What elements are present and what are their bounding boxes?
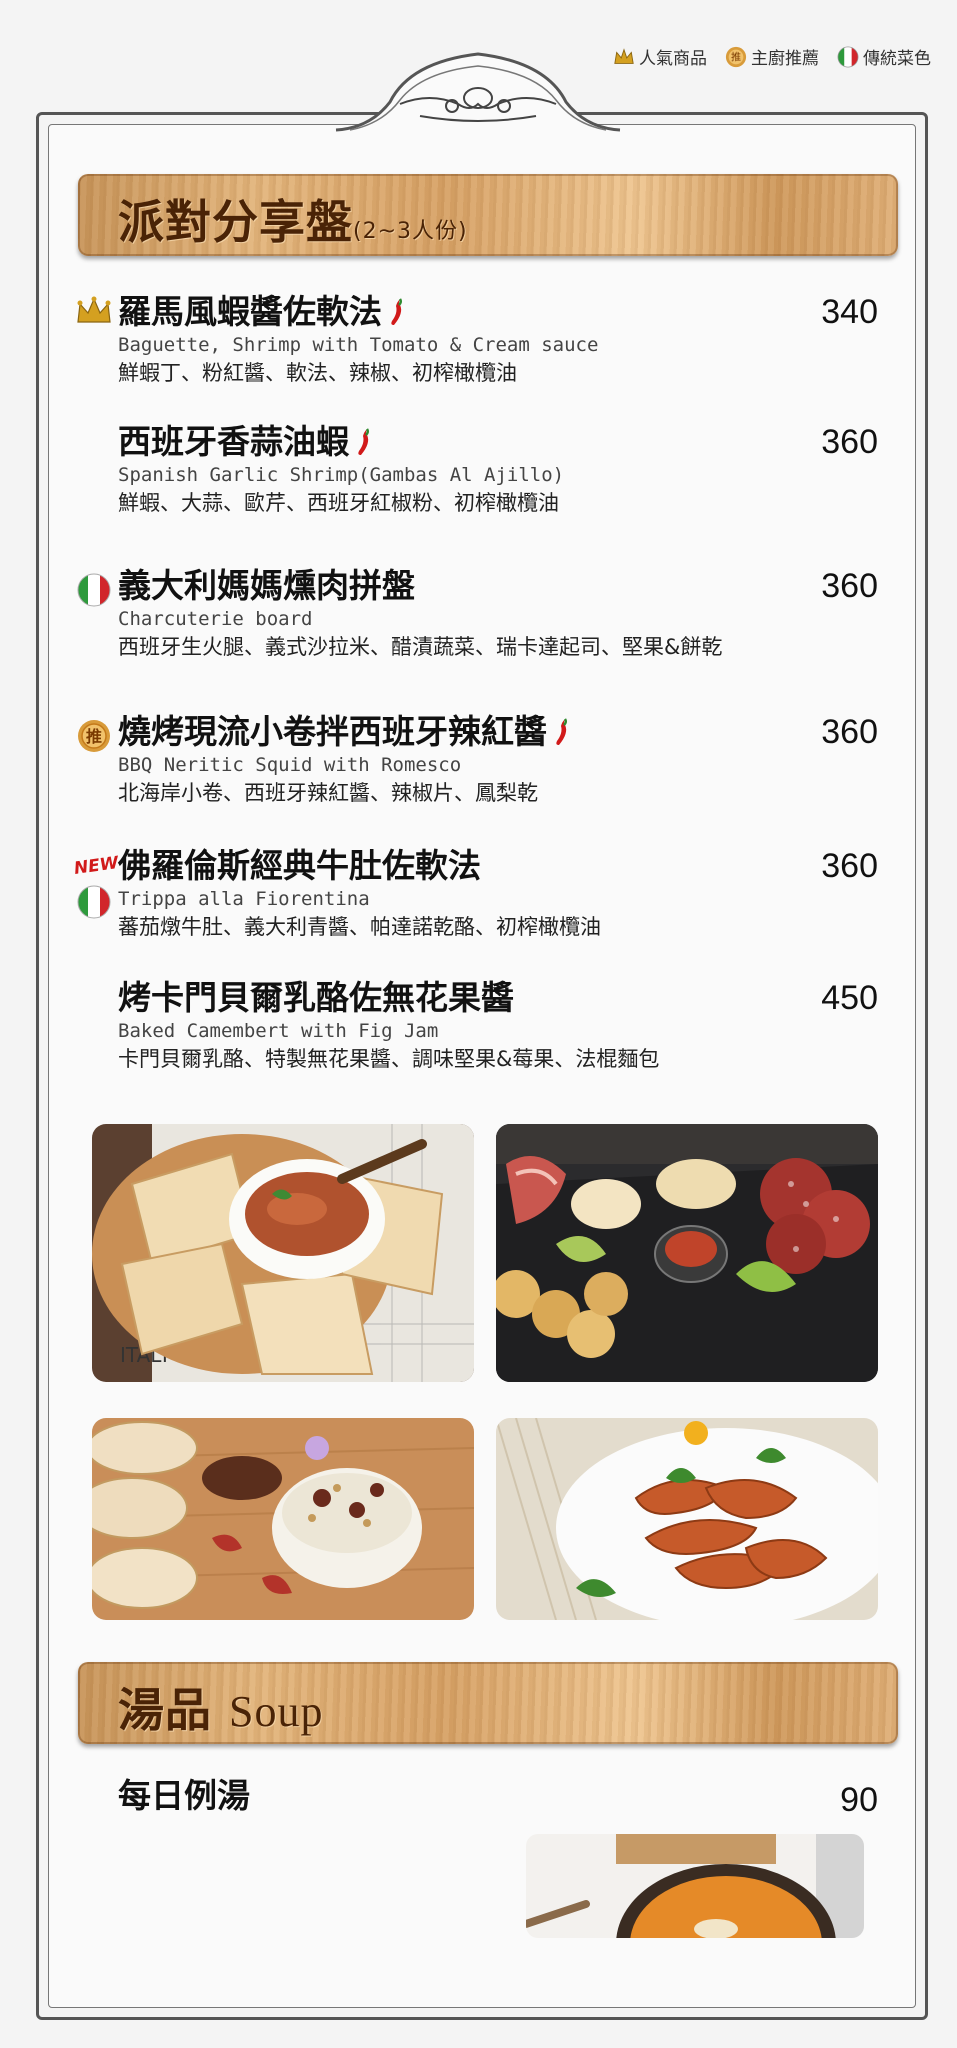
- legend-traditional-label: 傳統菜色: [863, 49, 931, 69]
- item-description: 卡門貝爾乳酪、特製無花果醬、調味堅果&莓果、法棍麵包: [118, 1047, 660, 1071]
- item-english-name: Trippa alla Fiorentina: [118, 888, 370, 910]
- item-name: 西班牙香蒜油蝦: [118, 422, 878, 462]
- menu-item: 佛羅倫斯經典牛肚佐軟法 Trippa alla Fiorentina 蕃茄燉牛肚…: [118, 846, 878, 942]
- item-price: 360: [821, 423, 878, 461]
- photo-daily-soup-art: [526, 1834, 864, 1938]
- section-banner-party: 派對分享盤(2~3人份): [78, 174, 898, 256]
- svg-text:推: 推: [86, 727, 102, 746]
- photo-garlic-shrimp-art: [496, 1418, 878, 1620]
- legend-chef-label: 主廚推薦: [751, 49, 819, 69]
- photo-garlic-shrimp: [496, 1418, 878, 1620]
- crown-icon: [77, 296, 111, 323]
- item-price: 340: [821, 293, 878, 331]
- item-name: 每日例湯: [118, 1776, 250, 1815]
- photo-charcuterie-art: [496, 1124, 878, 1382]
- item-description: 北海岸小卷、西班牙辣紅醬、辣椒片、鳳梨乾: [118, 781, 538, 805]
- photo-charcuterie-board: [496, 1124, 878, 1382]
- item-name: 佛羅倫斯經典牛肚佐軟法: [118, 846, 481, 885]
- item-description: 鮮蝦丁、粉紅醬、軟法、辣椒、初榨橄欖油: [118, 361, 517, 385]
- legend-traditional: 傳統菜色: [837, 44, 931, 69]
- chili-icon: [556, 718, 568, 745]
- menu-item: 烤卡門貝爾乳酪佐無花果醬 Baked Camembert with Fig Ja…: [118, 978, 878, 1074]
- ornament-crest: [335, 52, 621, 132]
- menu-item: 燒烤現流小卷拌西班牙辣紅醬 BBQ Neritic Squid with Rom…: [118, 712, 878, 808]
- legend-chef: 推 主廚推薦: [725, 44, 819, 69]
- italy-flag-icon: [837, 46, 859, 67]
- italy-flag-icon: [77, 573, 111, 607]
- menu-item: 西班牙香蒜油蝦 Spanish Garlic Shrimp(Gambas Al …: [118, 422, 878, 518]
- item-price: 360: [821, 847, 878, 885]
- svg-text:推: 推: [731, 50, 741, 63]
- item-price: 360: [821, 713, 878, 751]
- chili-icon: [358, 428, 370, 455]
- legend-popular-label: 人氣商品: [639, 49, 707, 69]
- item-description: 蕃茄燉牛肚、義大利青醬、帕達諾乾酪、初榨橄欖油: [118, 915, 601, 939]
- menu-item: 義大利媽媽燻肉拼盤 Charcuterie board 西班牙生火腿、義式沙拉米…: [118, 566, 878, 662]
- section-title-party: 派對分享盤(2~3人份): [118, 195, 468, 249]
- item-name: 羅馬風蝦醬佐軟法: [118, 292, 878, 332]
- menu-item-soup: 每日例湯 90: [118, 1776, 878, 1819]
- crown-icon: [614, 47, 634, 64]
- item-english-name: Baguette, Shrimp with Tomato & Cream sau…: [118, 334, 599, 356]
- section-title-soup: 湯品 Soup: [118, 1683, 324, 1737]
- item-name: 烤卡門貝爾乳酪佐無花果醬: [118, 978, 514, 1017]
- item-name: 燒烤現流小卷拌西班牙辣紅醬: [118, 712, 878, 752]
- photo-shrimp-dip-baguette: ITALY: [92, 1124, 474, 1382]
- item-name: 義大利媽媽燻肉拼盤: [118, 566, 415, 605]
- chili-icon: [391, 298, 403, 325]
- section-banner-soup: 湯品 Soup: [78, 1662, 898, 1744]
- legend-popular: 人氣商品: [613, 44, 707, 69]
- italy-flag-icon: [77, 885, 111, 919]
- photo-daily-soup: [526, 1834, 864, 1938]
- photo-baked-camembert: [92, 1418, 474, 1620]
- item-price: 450: [821, 979, 878, 1017]
- photo-shrimp-dip-art: ITALY: [92, 1124, 474, 1382]
- legend: 人氣商品 推 主廚推薦 傳統菜色: [613, 44, 931, 69]
- item-english-name: Charcuterie board: [118, 608, 313, 630]
- item-english-name: Baked Camembert with Fig Jam: [118, 1020, 439, 1042]
- item-description: 西班牙生火腿、義式沙拉米、醋漬蔬菜、瑞卡達起司、堅果&餅乾: [118, 635, 723, 659]
- menu-item: 羅馬風蝦醬佐軟法 Baguette, Shrimp with Tomato & …: [118, 292, 878, 388]
- item-english-name: BBQ Neritic Squid with Romesco: [118, 754, 462, 776]
- photo-camembert-art: [92, 1418, 474, 1620]
- chef-recommend-icon: 推: [78, 720, 110, 752]
- item-price: 360: [821, 567, 878, 605]
- item-description: 鮮蝦、大蒜、歐芹、西班牙紅椒粉、初榨橄欖油: [118, 491, 559, 515]
- item-english-name: Spanish Garlic Shrimp(Gambas Al Ajillo): [118, 464, 565, 486]
- chef-recommend-icon: 推: [725, 46, 747, 67]
- item-price: 90: [840, 1781, 878, 1819]
